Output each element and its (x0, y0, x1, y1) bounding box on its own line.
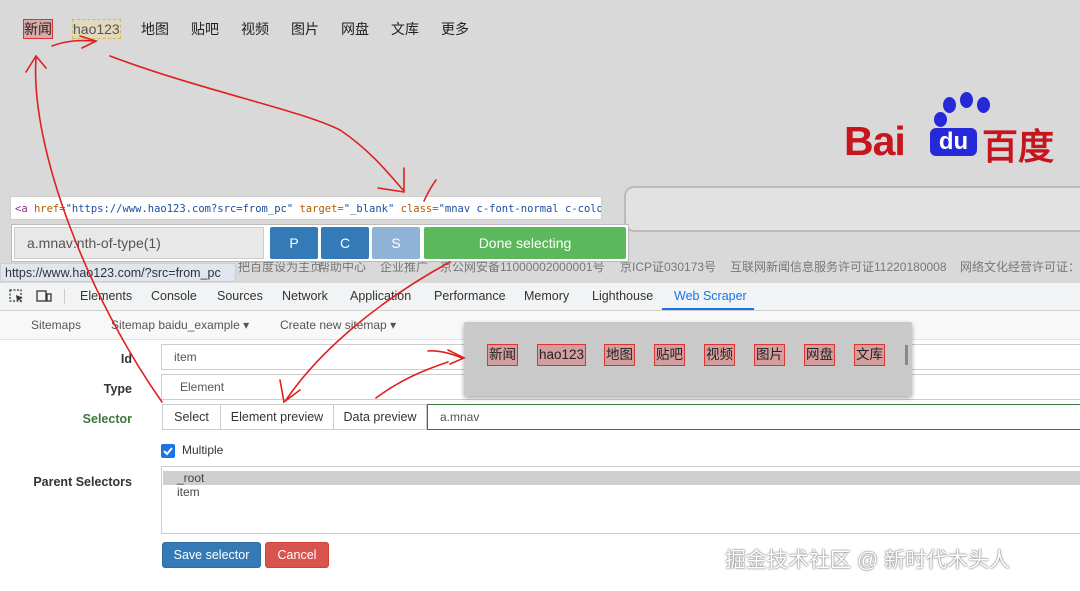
selector-label: Selector (82, 412, 132, 426)
logo-bai: Bai (844, 118, 906, 164)
multiple-checkbox[interactable] (161, 444, 175, 458)
preview-item: 网盘 (804, 344, 835, 366)
preview-item: hao123 (536, 344, 587, 366)
preview-item: 贴吧 (654, 344, 685, 366)
footer-link[interactable]: 京ICP证030173号 (620, 258, 716, 275)
tab-memory[interactable]: Memory (524, 283, 569, 310)
list-item[interactable]: item (163, 485, 1080, 499)
search-input[interactable] (624, 186, 1080, 232)
preview-cut-edge (905, 345, 908, 365)
tab-performance[interactable]: Performance (434, 283, 506, 310)
status-bar-url: https://www.hao123.com/?src=from_pc (0, 263, 236, 282)
devtools-tab-bar: Elements Console Sources Network Applica… (0, 283, 1080, 311)
element-html-tooltip: <a href="https://www.hao123.com?src=from… (10, 196, 602, 220)
nav-tieba[interactable]: 贴吧 (191, 20, 219, 38)
nav-news[interactable]: 新闻 (23, 19, 53, 39)
type-label: Type (103, 382, 132, 396)
preview-item: 视频 (704, 344, 735, 366)
logo-baidu-cn: 百度 (982, 126, 1055, 167)
selector-input[interactable]: a.mnav (427, 404, 1080, 430)
footer-link[interactable]: 网络文化经营许可证： (960, 258, 1080, 275)
id-label: Id (120, 352, 132, 366)
tab-web-scraper[interactable]: Web Scraper (674, 283, 747, 310)
parent-selectors-list[interactable]: _root item (161, 466, 1080, 534)
nav-images[interactable]: 图片 (291, 20, 319, 38)
selector-toolbar: a.mnav:nth-of-type(1) P C S Done selecti… (11, 224, 629, 262)
tab-lighthouse[interactable]: Lighthouse (592, 283, 653, 310)
parent-selectors-label: Parent Selectors (33, 475, 132, 489)
preview-item: 地图 (604, 344, 635, 366)
parent-select-button[interactable]: P (270, 227, 318, 259)
cancel-button[interactable]: Cancel (265, 542, 329, 568)
nav-video[interactable]: 视频 (241, 20, 269, 38)
tab-sources[interactable]: Sources (217, 283, 263, 310)
select-button[interactable]: Select (162, 404, 221, 430)
preview-item: 图片 (754, 344, 785, 366)
save-selector-button[interactable]: Save selector (162, 542, 261, 568)
nav-wenku[interactable]: 文库 (391, 20, 419, 38)
nav-map[interactable]: 地图 (141, 20, 169, 38)
select-toggle-button[interactable]: S (372, 227, 420, 259)
check-icon (163, 447, 173, 456)
preview-item: 文库 (854, 344, 885, 366)
baidu-logo: Bai du 百度 (844, 92, 1059, 167)
watermark: 掘金技术社区 @ 新时代木头人 (725, 549, 1010, 572)
element-preview-popup: 新闻 hao123 地图 贴吧 视频 图片 网盘 文库 (464, 322, 912, 396)
tab-application[interactable]: Application (350, 283, 411, 310)
multiple-label: Multiple (182, 443, 224, 457)
nav-more[interactable]: 更多 (441, 20, 469, 38)
device-toolbar-icon[interactable] (36, 289, 52, 303)
child-select-button[interactable]: C (321, 227, 369, 259)
selector-value-display: a.mnav:nth-of-type(1) (14, 227, 264, 259)
done-selecting-button[interactable]: Done selecting (424, 227, 626, 259)
preview-item: 新闻 (487, 344, 518, 366)
sitemaps-link[interactable]: Sitemaps (31, 311, 81, 339)
caret-down-icon: ▾ (390, 318, 397, 332)
data-preview-button[interactable]: Data preview (333, 404, 427, 430)
tab-network[interactable]: Network (282, 283, 328, 310)
sitemap-dropdown[interactable]: Sitemap baidu_example ▾ (111, 311, 249, 339)
create-sitemap-dropdown[interactable]: Create new sitemap ▾ (280, 311, 396, 339)
list-item[interactable]: _root (163, 471, 1080, 485)
caret-down-icon: ▾ (243, 318, 250, 332)
inspect-element-icon[interactable] (9, 289, 25, 303)
nav-netdisk[interactable]: 网盘 (341, 20, 369, 38)
element-preview-button[interactable]: Element preview (220, 404, 334, 430)
page-overlay: 新闻 hao123 地图 贴吧 视频 图片 网盘 文库 更多 Bai du 百度… (0, 0, 1080, 283)
nav-hao123[interactable]: hao123 (72, 19, 121, 39)
active-tab-indicator (662, 308, 754, 310)
tab-console[interactable]: Console (151, 283, 197, 310)
logo-du: du (930, 128, 977, 156)
tab-elements[interactable]: Elements (80, 283, 132, 310)
footer-link[interactable]: 互联网新闻信息服务许可证11220180008 (730, 258, 947, 275)
